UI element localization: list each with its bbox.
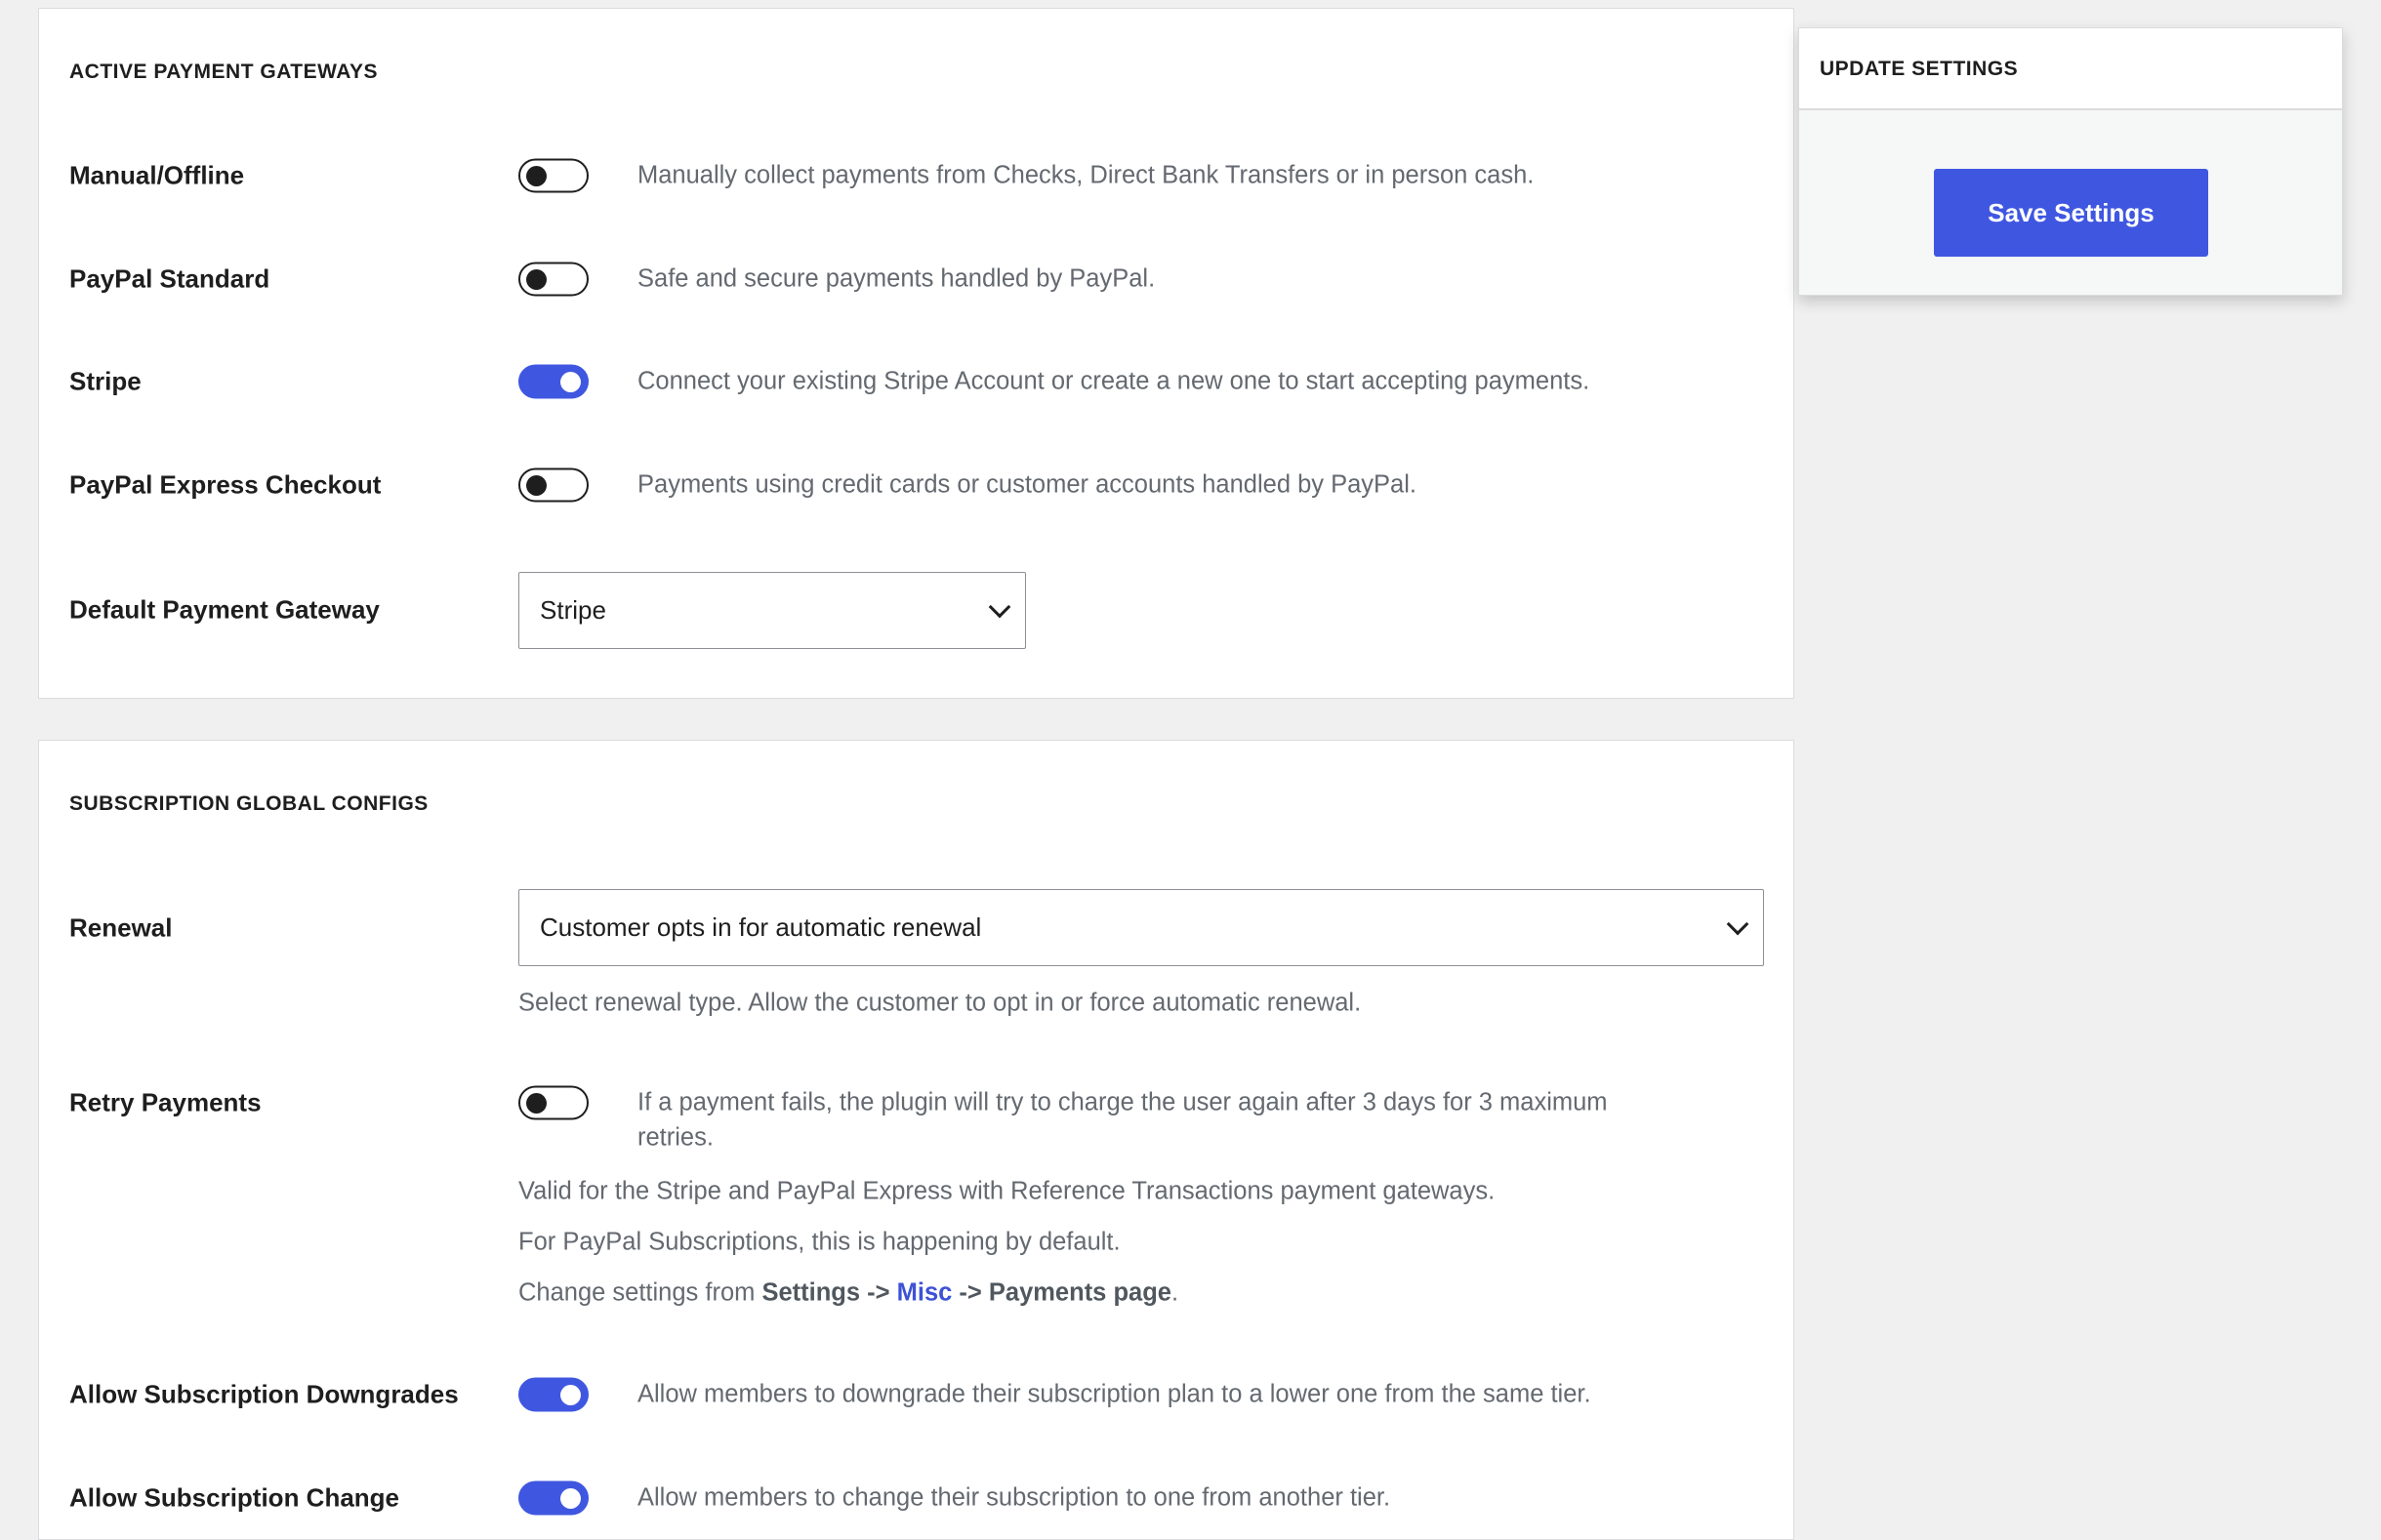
retry-note-paypal: For PayPal Subscriptions, this is happen… (518, 1228, 1121, 1256)
subscription-change-description: Allow members to change their subscripti… (637, 1483, 1391, 1512)
downgrades-label: Allow Subscription Downgrades (69, 1379, 459, 1409)
stripe-toggle[interactable] (518, 364, 589, 399)
downgrades-description: Allow members to downgrade their subscri… (637, 1380, 1591, 1408)
subscription-change-toggle[interactable] (518, 1480, 589, 1516)
update-settings-heading: UPDATE SETTINGS (1820, 58, 2019, 80)
paypal-standard-description: Safe and secure payments handled by PayP… (637, 264, 1156, 293)
toggle-knob (526, 165, 547, 186)
subscription-change-label: Allow Subscription Change (69, 1482, 400, 1513)
active-payment-gateways-panel: ACTIVE PAYMENT GATEWAYS Manual/Offline M… (38, 8, 1794, 699)
retry-payments-description: If a payment fails, the plugin will try … (637, 1088, 1608, 1116)
retry-payments-description-cont: retries. (637, 1123, 714, 1152)
section-heading: ACTIVE PAYMENT GATEWAYS (69, 61, 379, 83)
paypal-standard-label: PayPal Standard (69, 263, 270, 294)
retry-payments-label: Retry Payments (69, 1087, 262, 1117)
section-heading: SUBSCRIPTION GLOBAL CONFIGS (69, 792, 429, 815)
toggle-knob (526, 1092, 547, 1114)
chevron-down-icon (988, 595, 1011, 618)
manual-offline-toggle[interactable] (518, 158, 589, 193)
paypal-express-label: PayPal Express Checkout (69, 469, 382, 500)
paypal-express-description: Payments using credit cards or customer … (637, 470, 1416, 499)
note-suffix: . (1170, 1278, 1179, 1307)
toggle-knob (560, 1487, 581, 1509)
toggle-knob (560, 371, 581, 392)
default-gateway-select[interactable]: Stripe (518, 572, 1026, 649)
note-text: Change settings from (518, 1278, 762, 1307)
stripe-label: Stripe (69, 366, 142, 396)
downgrades-toggle[interactable] (518, 1377, 589, 1412)
payments-path: -> Payments page (959, 1278, 1171, 1307)
update-settings-header: UPDATE SETTINGS (1799, 28, 2342, 110)
default-gateway-label: Default Payment Gateway (69, 594, 380, 625)
toggle-knob (526, 268, 547, 290)
manual-offline-description: Manually collect payments from Checks, D… (637, 161, 1535, 189)
save-settings-button[interactable]: Save Settings (1934, 169, 2208, 257)
subscription-configs-panel: SUBSCRIPTION GLOBAL CONFIGS Renewal Cust… (38, 740, 1794, 1540)
retry-note-gateways: Valid for the Stripe and PayPal Express … (518, 1177, 1496, 1205)
settings-path: Settings -> (761, 1278, 890, 1307)
toggle-knob (526, 474, 547, 496)
renewal-label: Renewal (69, 912, 173, 943)
toggle-knob (560, 1384, 581, 1405)
paypal-express-toggle[interactable] (518, 467, 589, 503)
retry-note-settings: Change settings from Settings -> Misc ->… (518, 1279, 1178, 1308)
manual-offline-label: Manual/Offline (69, 160, 245, 190)
stripe-description: Connect your existing Stripe Account or … (637, 367, 1590, 395)
chevron-down-icon (1726, 912, 1749, 935)
misc-link[interactable]: Misc (897, 1279, 953, 1307)
selected-value: Customer opts in for automatic renewal (540, 912, 982, 942)
paypal-standard-toggle[interactable] (518, 262, 589, 297)
selected-value: Stripe (540, 595, 606, 625)
renewal-help: Select renewal type. Allow the customer … (518, 989, 1362, 1017)
retry-payments-toggle[interactable] (518, 1085, 589, 1120)
update-settings-box: UPDATE SETTINGS Save Settings (1798, 27, 2343, 296)
renewal-select[interactable]: Customer opts in for automatic renewal (518, 889, 1764, 966)
